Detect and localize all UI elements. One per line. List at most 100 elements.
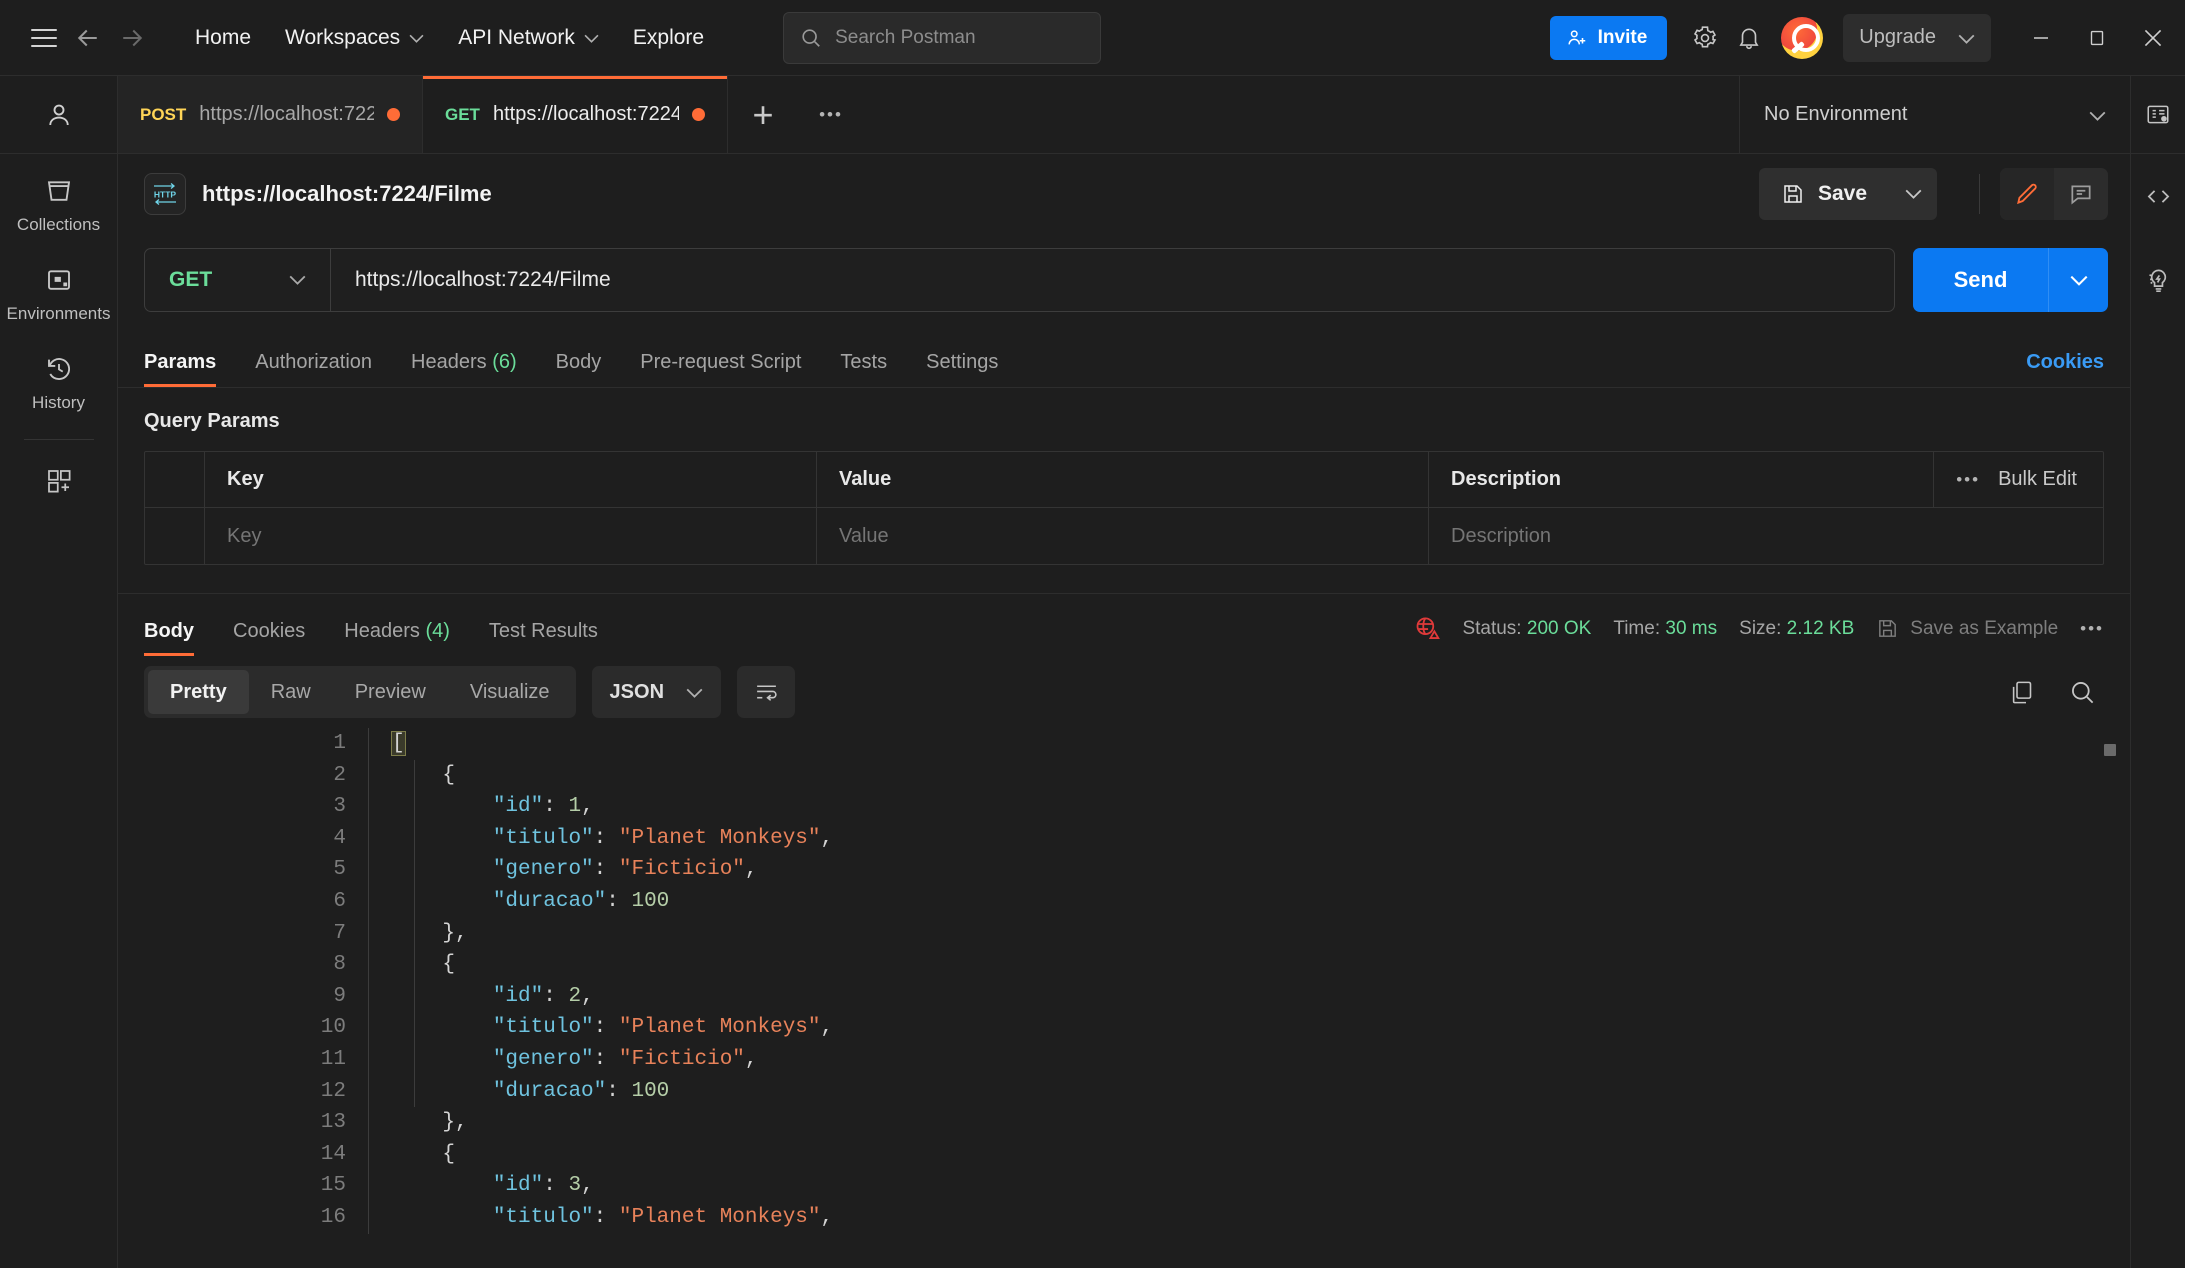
tab-settings[interactable]: Settings	[926, 351, 998, 387]
scrollbar-marker[interactable]	[2104, 744, 2116, 756]
new-tab-button[interactable]: +	[728, 76, 798, 153]
sidebar-new-button[interactable]	[0, 444, 117, 504]
response-format-bar: Pretty Raw Preview Visualize JSON	[118, 656, 2130, 728]
row-checkbox[interactable]	[145, 508, 205, 564]
send-options-button[interactable]	[2048, 248, 2108, 312]
tab-method: POST	[140, 104, 187, 124]
code-token: ,	[820, 826, 834, 850]
method-selector[interactable]: GET	[145, 249, 331, 311]
avatar[interactable]	[1781, 16, 1824, 59]
tab-pre-request-script[interactable]: Pre-request Script	[640, 351, 801, 387]
save-options-button[interactable]	[1889, 168, 1937, 220]
app-body: Collections Environments History POST ht…	[0, 76, 2185, 1268]
back-arrow-icon	[77, 29, 97, 46]
tab-tests[interactable]: Tests	[840, 351, 887, 387]
bulk-edit-group: ••• Bulk Edit	[1933, 452, 2103, 507]
sidebar-item-history[interactable]: History	[0, 332, 117, 421]
code-token: :	[606, 1079, 632, 1103]
left-sidebar: Collections Environments History	[0, 76, 118, 1268]
settings-button[interactable]	[1683, 16, 1727, 60]
hamburger-menu-button[interactable]	[22, 16, 66, 60]
forward-button[interactable]	[110, 16, 154, 60]
url-input[interactable]: https://localhost:7224/Filme	[331, 268, 1894, 292]
code-line: "id": 1,	[392, 791, 833, 823]
copy-icon	[2012, 681, 2032, 703]
save-button[interactable]: Save	[1758, 168, 1889, 220]
cookies-link[interactable]: Cookies	[2026, 351, 2104, 387]
code-snippet-button[interactable]	[2145, 154, 2172, 238]
search-input[interactable]: Search Postman	[783, 11, 1102, 64]
tab-headers[interactable]: Headers (6)	[411, 351, 517, 387]
bulk-edit-button[interactable]: Bulk Edit	[1998, 468, 2077, 491]
response-tab-headers[interactable]: Headers (4)	[344, 620, 450, 656]
environment-quick-look-button[interactable]	[2131, 76, 2185, 154]
tab-count: (6)	[492, 351, 517, 373]
value-input[interactable]: Value	[817, 508, 1429, 564]
maximize-button[interactable]	[2069, 14, 2125, 62]
upgrade-button[interactable]: Upgrade	[1843, 13, 1991, 62]
tab-params[interactable]: Params	[144, 351, 217, 387]
nav-item-explore[interactable]: Explore	[616, 18, 721, 58]
edit-mode-button[interactable]	[2000, 168, 2054, 220]
nav-label: Workspaces	[285, 25, 401, 49]
code-token: "Planet Monkeys"	[618, 1205, 821, 1229]
save-as-example-button[interactable]: Save as Example	[1876, 617, 2058, 640]
format-raw[interactable]: Raw	[249, 670, 333, 714]
code-token: ,	[581, 795, 594, 819]
format-label: Raw	[270, 680, 311, 703]
more-dots-icon[interactable]: •••	[1956, 470, 1980, 490]
request-tab[interactable]: POST https://localhost:7224	[118, 76, 423, 153]
response-more-button[interactable]: •••	[2080, 619, 2104, 639]
nav-item-home[interactable]: Home	[178, 18, 268, 58]
description-input[interactable]: Description	[1429, 508, 2103, 564]
format-pretty[interactable]: Pretty	[148, 670, 249, 714]
upgrade-label: Upgrade	[1859, 26, 1936, 48]
language-selector[interactable]: JSON	[591, 666, 722, 718]
floppy-disk-icon	[1879, 620, 1897, 637]
collections-icon	[47, 181, 70, 201]
line-number: 11	[320, 1047, 346, 1071]
format-visualize[interactable]: Visualize	[448, 670, 572, 714]
close-button[interactable]	[2125, 14, 2181, 62]
code-line: },	[392, 1107, 833, 1139]
back-button[interactable]	[66, 16, 110, 60]
key-input[interactable]: Key	[205, 508, 817, 564]
send-button[interactable]: Send	[1913, 248, 2048, 312]
response-tab-cookies[interactable]: Cookies	[233, 620, 305, 656]
column-header-key: Key	[205, 452, 817, 507]
comments-button[interactable]	[2054, 168, 2108, 220]
code-token: "duracao"	[492, 1079, 607, 1103]
response-body-viewer[interactable]: 1 2 3 4 5 6 7 8 9 10 11 12 13 14 15 16 [ { "id": 1, "ti…	[118, 728, 2130, 1268]
word-wrap-button[interactable]	[737, 666, 796, 718]
code-token: "titulo"	[492, 826, 594, 850]
unsaved-dot-icon	[692, 108, 705, 121]
http-protocol-icon: HTTP	[144, 173, 186, 215]
language-label: JSON	[609, 680, 665, 703]
minimize-button[interactable]	[2013, 14, 2069, 62]
sidebar-item-collections[interactable]: Collections	[0, 154, 117, 243]
tab-authorization[interactable]: Authorization	[255, 351, 372, 387]
nav-item-api-network[interactable]: API Network	[441, 18, 616, 58]
request-title[interactable]: https://localhost:7224/Filme	[202, 181, 492, 207]
search-container: Search Postman	[783, 11, 1102, 64]
code-snippet-icon	[2147, 189, 2169, 203]
checkbox-cell	[145, 452, 205, 507]
format-preview[interactable]: Preview	[333, 670, 448, 714]
tab-body[interactable]: Body	[556, 351, 602, 387]
environment-selector[interactable]: No Environment	[1740, 76, 2130, 153]
response-tab-test-results[interactable]: Test Results	[489, 620, 598, 656]
sidebar-item-environments[interactable]: Environments	[0, 243, 117, 332]
request-tab[interactable]: GET https://localhost:7224/	[423, 76, 728, 153]
invite-button[interactable]: Invite	[1549, 15, 1668, 60]
table-row[interactable]: Key Value Description	[145, 508, 2103, 564]
postbot-button[interactable]	[2145, 238, 2172, 322]
nav-item-workspaces[interactable]: Workspaces	[268, 18, 441, 58]
response-tab-body[interactable]: Body	[144, 620, 194, 656]
tab-options-button[interactable]: •••	[798, 76, 864, 153]
sidebar-user-button[interactable]	[0, 76, 117, 154]
size-value: 2.12 KB	[1786, 617, 1855, 639]
chevron-down-icon	[686, 688, 703, 698]
code-line: "genero": "Ficticio",	[392, 1044, 833, 1076]
notifications-button[interactable]	[1727, 16, 1771, 60]
code-token: ,	[581, 1174, 594, 1198]
